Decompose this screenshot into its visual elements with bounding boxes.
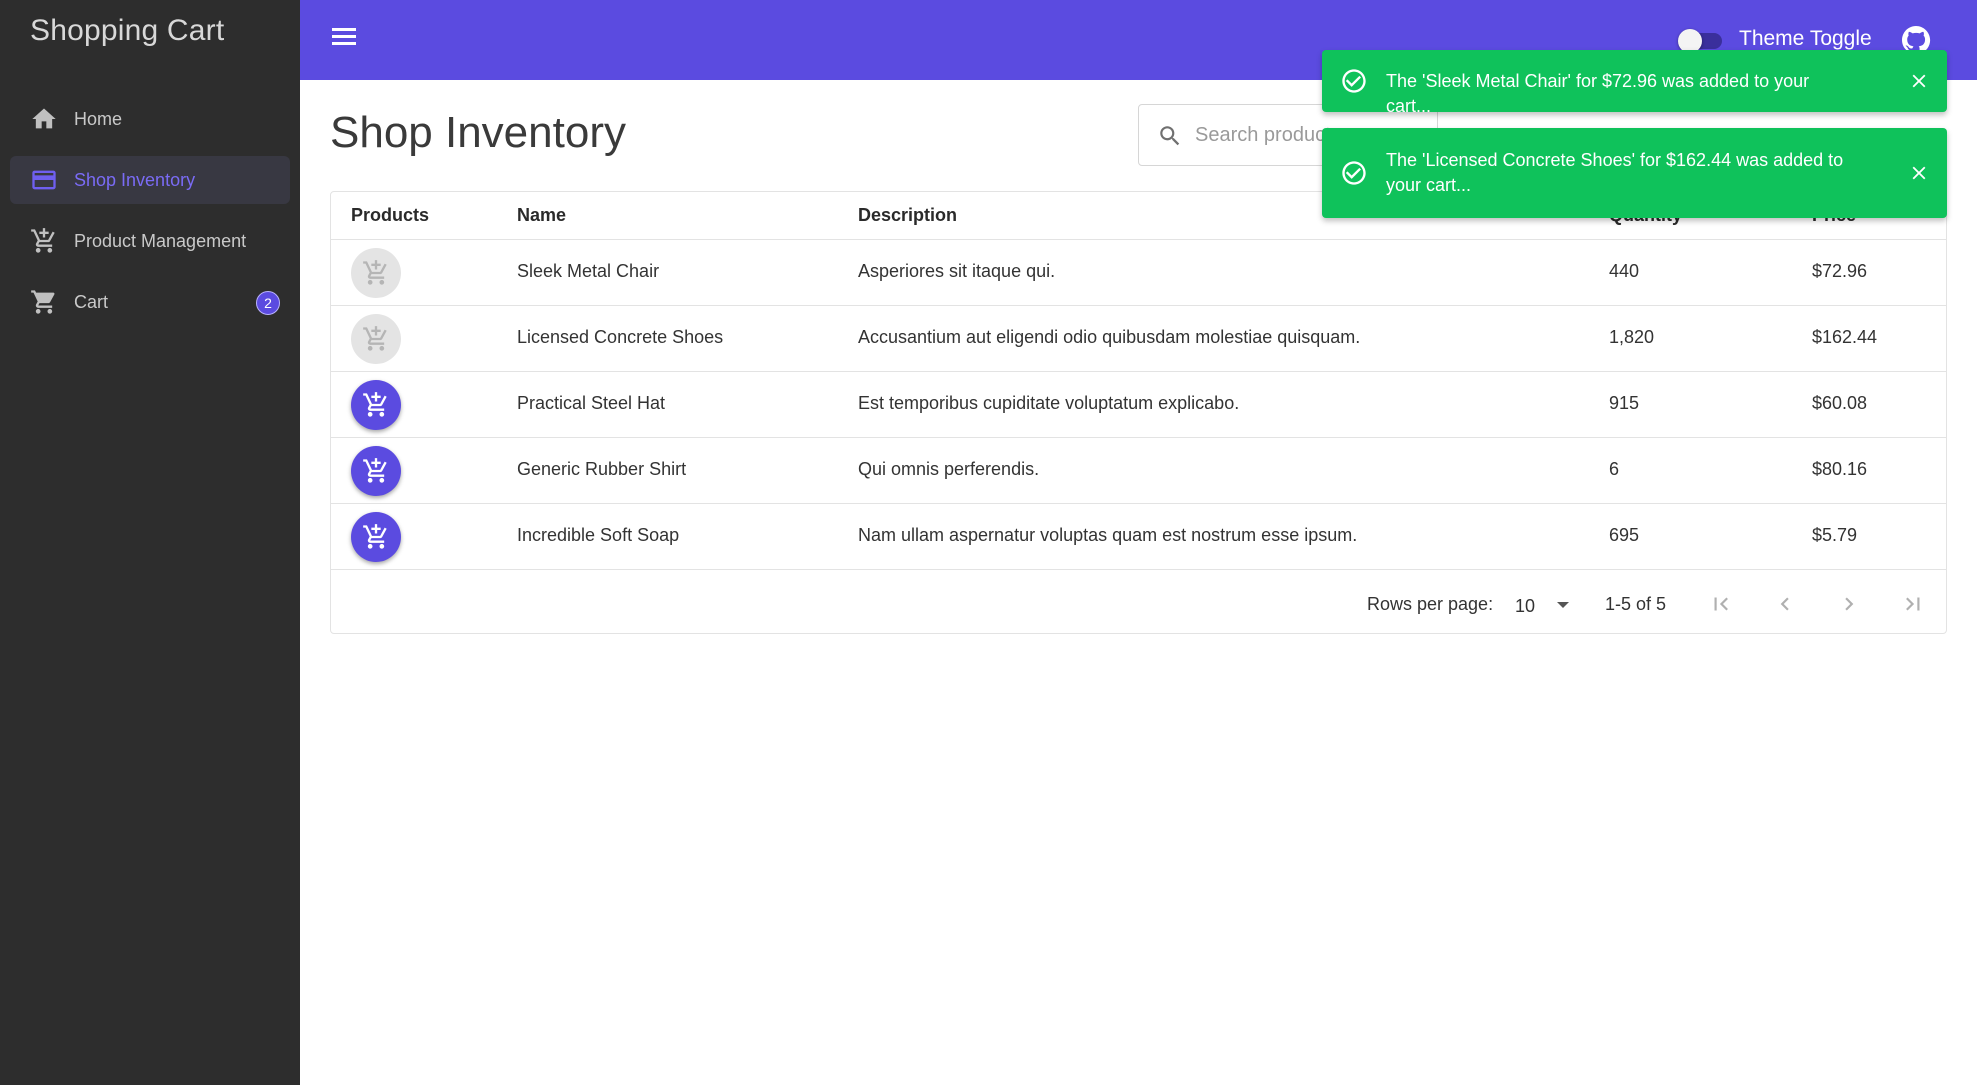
home-icon xyxy=(30,105,58,133)
previous-page-icon[interactable] xyxy=(1767,586,1803,622)
check-circle-icon xyxy=(1340,159,1368,187)
sidebar-item-label: Cart xyxy=(74,291,109,312)
sidebar-item-product-management[interactable]: Product Management xyxy=(10,217,290,265)
product-name: Sleek Metal Chair xyxy=(517,261,660,281)
product-quantity: 695 xyxy=(1609,525,1640,545)
table-pagination: Rows per page: 10 1-5 of 5 xyxy=(331,572,1946,634)
add-shopping-cart-icon xyxy=(363,326,387,351)
column-header-name[interactable]: Name xyxy=(517,205,566,226)
product-quantity: 915 xyxy=(1609,393,1640,413)
add-shopping-cart-icon xyxy=(30,227,58,255)
sidebar-item-label: Product Management xyxy=(74,230,247,251)
check-circle-icon xyxy=(1340,67,1368,95)
table-row: Incredible Soft Soap Nam ullam aspernatu… xyxy=(331,504,1946,570)
toast-notification: The 'Sleek Metal Chair' for $72.96 was a… xyxy=(1322,50,1947,116)
rows-per-page-select[interactable]: 10 xyxy=(1513,588,1589,620)
product-description: Qui omnis perferendis. xyxy=(858,459,1040,479)
app-title: Shopping Cart xyxy=(30,14,225,47)
toast-notification: The 'Licensed Concrete Shoes' for $162.4… xyxy=(1322,128,1947,218)
product-name: Generic Rubber Shirt xyxy=(517,459,687,479)
cart-count-badge: 2 xyxy=(256,291,280,315)
shopping-cart-icon xyxy=(30,288,58,316)
add-shopping-cart-icon xyxy=(363,392,387,417)
credit-card-icon xyxy=(30,166,58,194)
add-to-cart-button[interactable] xyxy=(351,512,401,562)
column-header-description[interactable]: Description xyxy=(858,205,957,226)
product-name: Licensed Concrete Shoes xyxy=(517,327,724,347)
sidebar-nav: Home Shop Inventory Product Management C… xyxy=(10,95,290,339)
close-icon[interactable] xyxy=(1908,70,1932,94)
sidebar-item-home[interactable]: Home xyxy=(10,95,290,143)
product-name: Practical Steel Hat xyxy=(517,393,666,413)
rows-per-page-label: Rows per page: xyxy=(1367,594,1494,614)
table-row: Licensed Concrete Shoes Accusantium aut … xyxy=(331,306,1946,372)
product-price: $72.96 xyxy=(1812,261,1868,281)
first-page-icon[interactable] xyxy=(1703,586,1739,622)
page-title: Shop Inventory xyxy=(330,108,626,157)
last-page-icon[interactable] xyxy=(1895,586,1931,622)
table-row: Practical Steel Hat Est temporibus cupid… xyxy=(331,372,1946,438)
add-shopping-cart-icon xyxy=(363,260,387,285)
add-to-cart-button[interactable] xyxy=(351,380,401,430)
product-description: Nam ullam aspernatur voluptas quam est n… xyxy=(858,525,1358,545)
sidebar-item-label: Home xyxy=(74,108,123,129)
add-to-cart-button[interactable] xyxy=(351,314,401,364)
sidebar-item-cart[interactable]: Cart 2 xyxy=(10,278,290,326)
product-quantity: 6 xyxy=(1609,459,1620,479)
add-shopping-cart-icon xyxy=(363,458,387,483)
theme-toggle-switch[interactable] xyxy=(1678,29,1724,53)
product-name: Incredible Soft Soap xyxy=(517,525,680,545)
sidebar-item-shop-inventory[interactable]: Shop Inventory xyxy=(10,156,290,204)
rows-per-page-value: 10 xyxy=(1515,596,1536,616)
close-icon[interactable] xyxy=(1908,162,1932,186)
inventory-table: Products Name Description Quantity Price… xyxy=(330,191,1947,634)
column-header-products: Products xyxy=(351,205,430,225)
product-price: $80.16 xyxy=(1812,459,1868,479)
toast-message: The 'Sleek Metal Chair' for $72.96 was a… xyxy=(1386,71,1810,116)
pagination-range: 1-5 of 5 xyxy=(1605,594,1667,614)
theme-toggle-label: Theme Toggle xyxy=(1739,27,1872,50)
sidebar-item-label: Shop Inventory xyxy=(74,169,196,190)
dropdown-arrow-icon xyxy=(1557,602,1569,608)
search-icon xyxy=(1160,126,1180,146)
product-price: $5.79 xyxy=(1812,525,1858,545)
menu-icon[interactable] xyxy=(328,24,360,56)
product-description: Accusantium aut eligendi odio quibusdam … xyxy=(858,327,1361,347)
product-description: Asperiores sit itaque qui. xyxy=(858,261,1056,281)
table-row: Sleek Metal Chair Asperiores sit itaque … xyxy=(331,240,1946,306)
product-quantity: 1,820 xyxy=(1609,327,1655,347)
product-price: $162.44 xyxy=(1812,327,1878,347)
product-description: Est temporibus cupiditate voluptatum exp… xyxy=(858,393,1240,413)
add-shopping-cart-icon xyxy=(363,524,387,549)
add-to-cart-button[interactable] xyxy=(351,248,401,298)
add-to-cart-button[interactable] xyxy=(351,446,401,496)
product-price: $60.08 xyxy=(1812,393,1868,413)
sidebar: Shopping Cart Home Shop Inventory Produc… xyxy=(0,0,300,1085)
table-row: Generic Rubber Shirt Qui omnis perferend… xyxy=(331,438,1946,504)
product-quantity: 440 xyxy=(1609,261,1640,281)
toast-message: The 'Licensed Concrete Shoes' for $162.4… xyxy=(1386,150,1844,195)
next-page-icon[interactable] xyxy=(1831,586,1867,622)
